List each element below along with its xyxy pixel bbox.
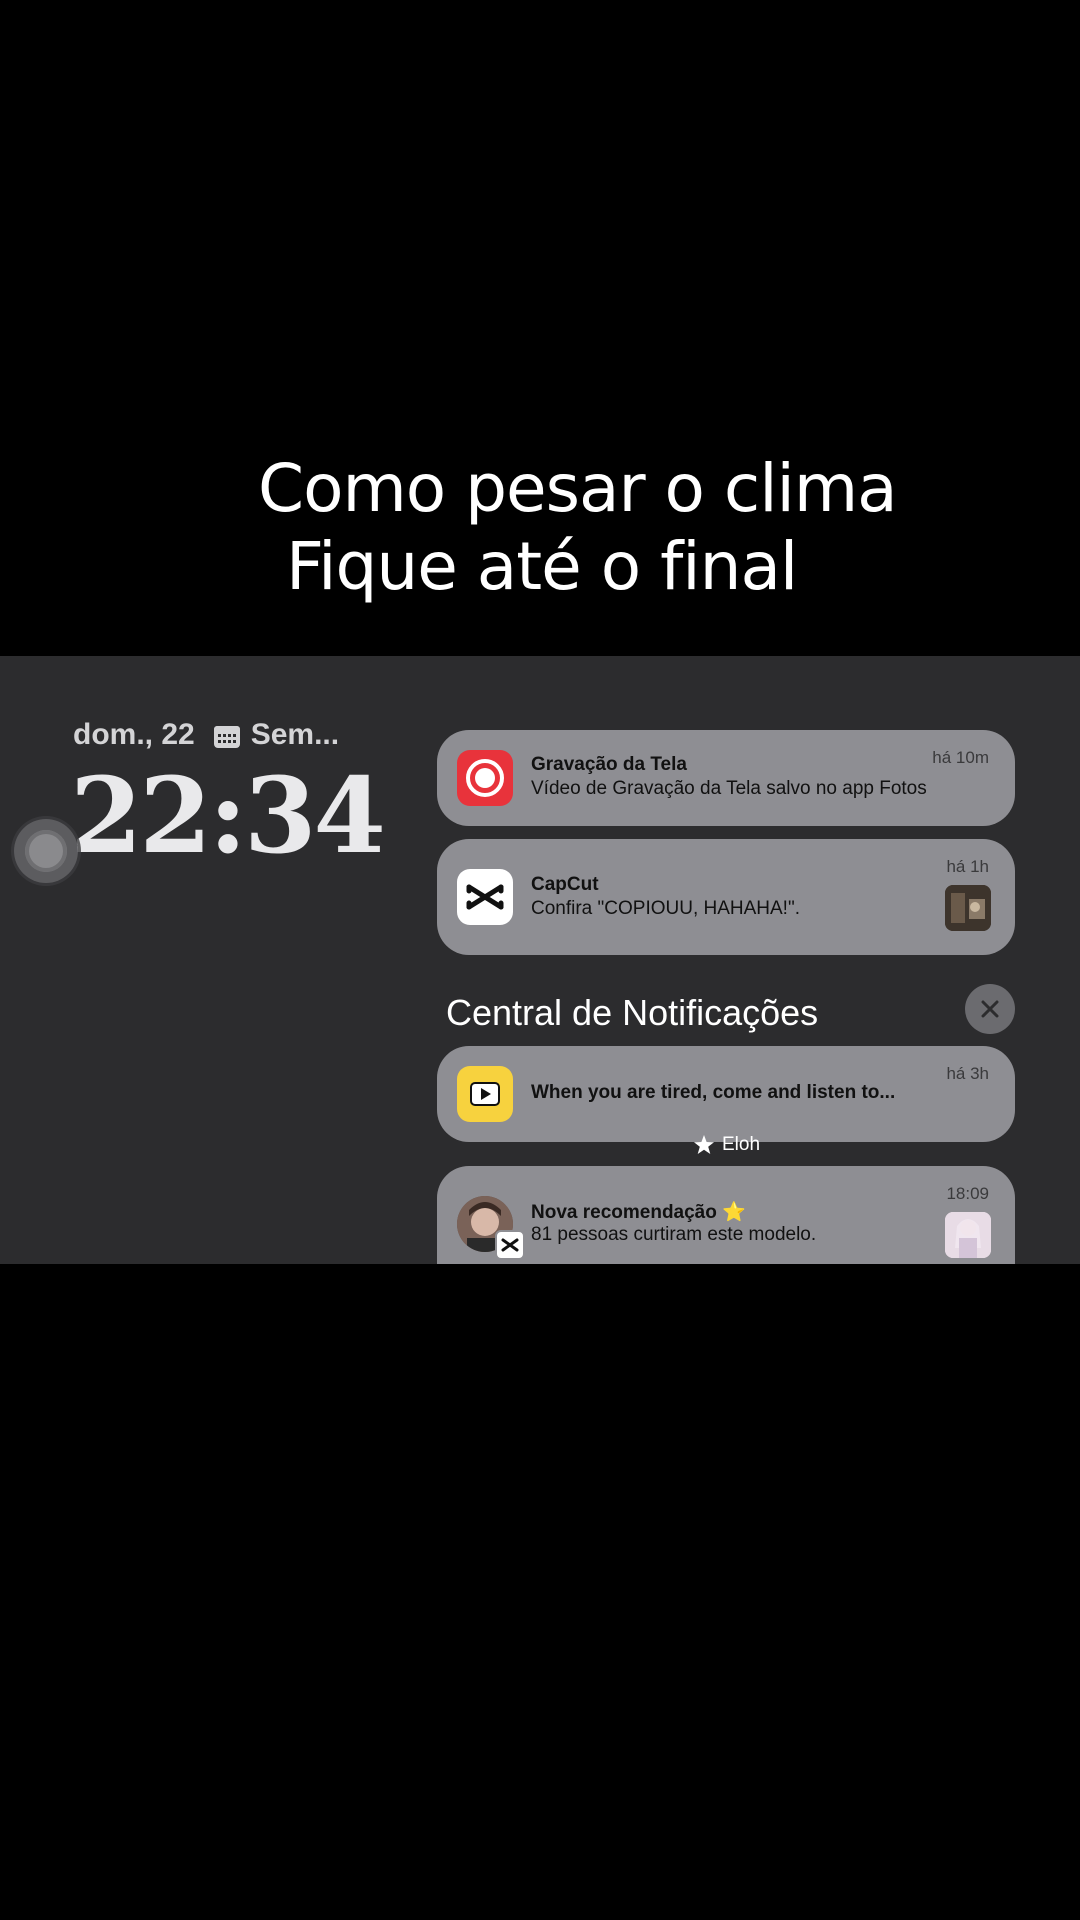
notification-screen-recording[interactable]: Gravação da Tela Vídeo de Gravação da Te… [437, 730, 1015, 826]
calendar-widget-label: Sem... [250, 718, 340, 751]
notification-title: Nova recomendação ⭐ [531, 1202, 746, 1223]
clear-notifications-button[interactable] [965, 984, 1015, 1034]
notification-body: Vídeo de Gravação da Tela salvo no app F… [531, 778, 927, 799]
capcut-badge-icon [495, 1230, 525, 1260]
calendar-icon [213, 723, 241, 748]
notification-thumbnail [945, 1212, 991, 1258]
capcut-icon [457, 869, 513, 925]
screen-record-icon [457, 750, 513, 806]
notification-thumbnail [945, 885, 991, 931]
notification-time: há 3h [946, 1064, 989, 1083]
caption-line-1: Como pesar o clima [258, 450, 898, 527]
assistive-touch-button[interactable] [14, 819, 78, 883]
notification-body: 81 pessoas curtiram este modelo. [531, 1224, 817, 1245]
close-icon [981, 1000, 999, 1018]
lock-screen: dom., 22 Sem... 22:34 Gravação da Tela V… [0, 656, 1080, 1264]
notification-center-title: Central de Notificações [446, 992, 819, 1033]
notification-title: Gravação da Tela [531, 754, 687, 775]
stack-label-text: Eloh [722, 1134, 761, 1155]
notification-title: CapCut [531, 874, 599, 895]
notification-time: há 10m [932, 748, 989, 767]
lock-clock: 22:34 [70, 754, 386, 877]
star-icon [694, 1135, 714, 1154]
date-text: dom., 22 [73, 718, 195, 751]
notification-body: Confira "COPIOUU, HAHAHA!". [531, 898, 800, 919]
notification-stack-label: Eloh [693, 1134, 760, 1156]
caption-line-2: Fique até o final [286, 528, 798, 605]
notification-title: When you are tired, come and listen to..… [531, 1082, 896, 1103]
notification-time: há 1h [946, 857, 989, 876]
notification-music-stack[interactable]: When you are tired, come and listen to..… [437, 1046, 1015, 1142]
play-icon [457, 1066, 513, 1122]
notification-recommendation[interactable]: Nova recomendação ⭐ 81 pessoas curtiram … [437, 1166, 1015, 1264]
notification-time: 18:09 [946, 1184, 989, 1203]
notification-capcut[interactable]: CapCut Confira "COPIOUU, HAHAHA!". há 1h [437, 839, 1015, 955]
date-widget: dom., 22 Sem... [73, 718, 339, 752]
